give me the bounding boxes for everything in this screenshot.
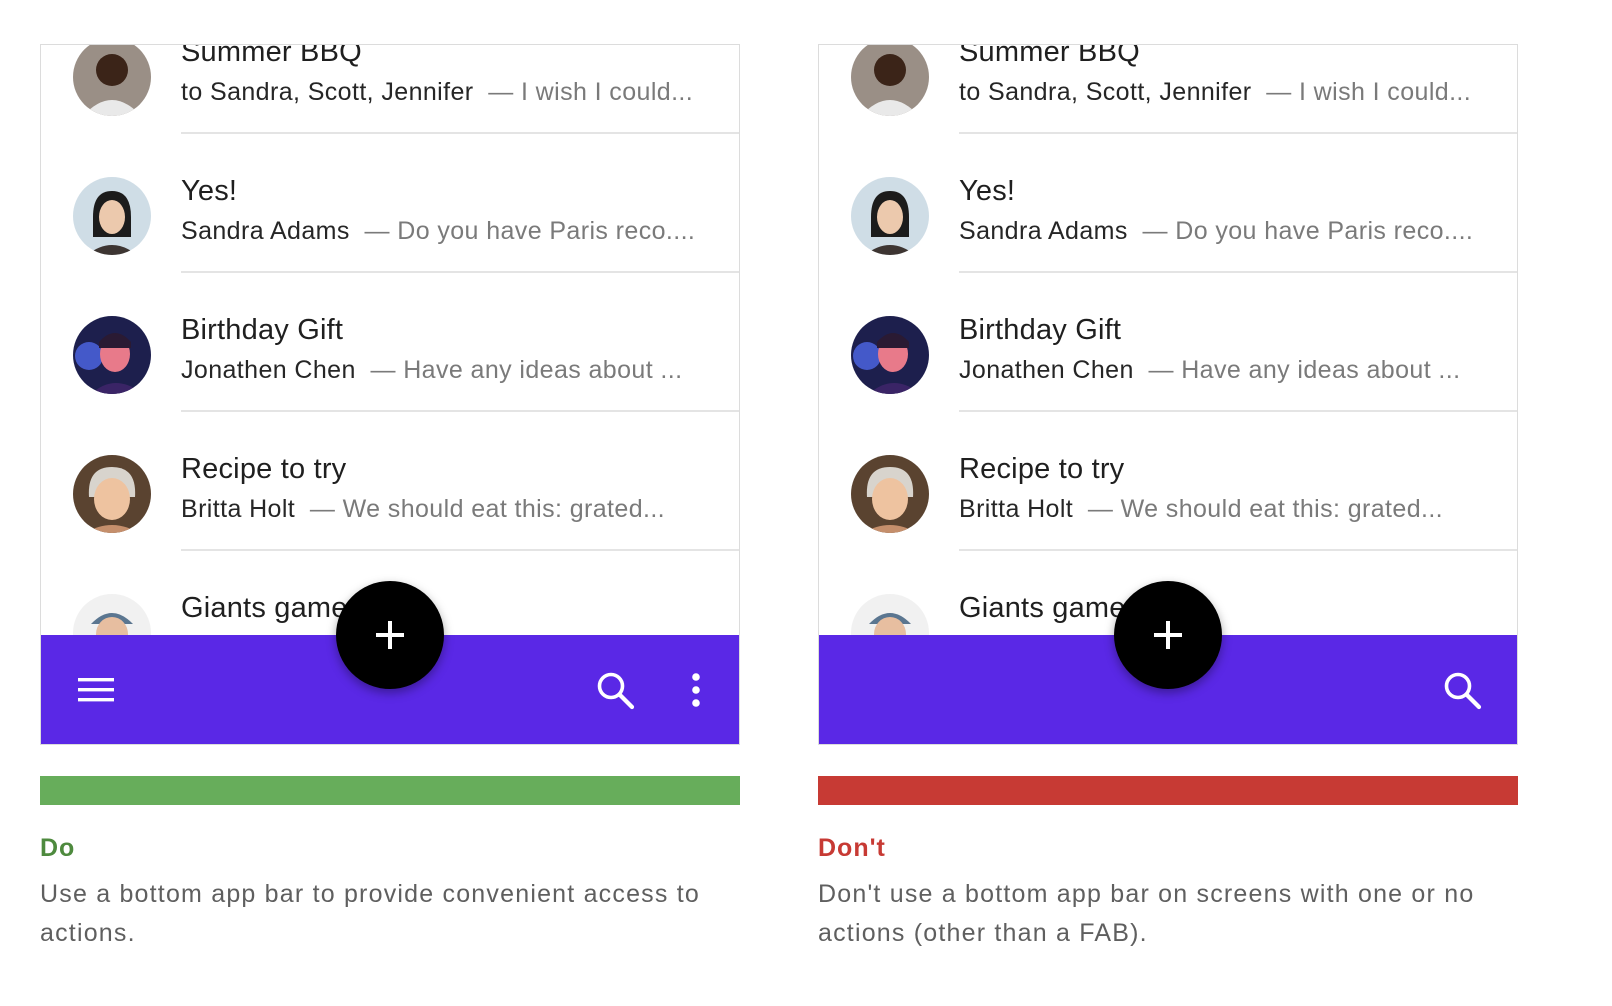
message-snippet: — We should eat this: grated... <box>1087 495 1444 523</box>
message-sender: Britta Holt <box>959 495 1074 523</box>
fab-add-button[interactable] <box>1114 581 1222 689</box>
message-sender: Jonathen Chen <box>181 356 356 384</box>
avatar <box>73 177 151 255</box>
phone-screen: Summer BBQ to Sandra, Scott, Jennifer — … <box>818 44 1518 745</box>
message-subject: Giants game <box>181 592 348 624</box>
message-subject: Giants game <box>959 592 1126 624</box>
message-snippet: — Have any ideas about ... <box>1148 356 1461 384</box>
message-snippet: — We should eat this: grated... <box>309 495 666 523</box>
message-snippet: — I wish I could... <box>1266 78 1472 106</box>
list-item[interactable]: Summer BBQ to Sandra, Scott, Jennifer — … <box>41 44 739 134</box>
message-sender: Jonathen Chen <box>959 356 1134 384</box>
message-sender: to Sandra, Scott, Jennifer <box>959 78 1252 106</box>
message-subject: Yes! <box>181 175 238 207</box>
dont-example: Summer BBQ to Sandra, Scott, Jennifer — … <box>818 0 1518 953</box>
do-caption: Use a bottom app bar to provide convenie… <box>40 880 700 947</box>
avatar <box>851 45 929 116</box>
list-item[interactable]: Summer BBQ to Sandra, Scott, Jennifer — … <box>819 44 1517 134</box>
message-subject: Summer BBQ <box>181 44 362 68</box>
message-subject: Recipe to try <box>959 453 1125 485</box>
add-icon <box>376 621 404 649</box>
message-snippet: — I wish I could... <box>488 78 694 106</box>
message-subject: Yes! <box>959 175 1016 207</box>
avatar <box>851 455 929 533</box>
do-label: Do <box>40 834 76 862</box>
avatar <box>73 455 151 533</box>
message-sender: Sandra Adams <box>181 217 350 245</box>
list-item[interactable]: Birthday Gift Jonathen Chen — Have any i… <box>41 273 739 412</box>
message-snippet: — Do you have Paris reco.... <box>1142 217 1474 245</box>
message-sender: Sandra Adams <box>959 217 1128 245</box>
list-item[interactable]: Yes! Sandra Adams — Do you have Paris re… <box>819 134 1517 273</box>
menu-icon[interactable] <box>75 669 117 711</box>
fab-add-button[interactable] <box>336 581 444 689</box>
dont-label: Don't <box>818 834 886 862</box>
avatar <box>73 316 151 394</box>
search-icon[interactable] <box>1441 669 1483 711</box>
do-example: Summer BBQ to Sandra, Scott, Jennifer — … <box>40 0 740 953</box>
message-subject: Birthday Gift <box>181 314 344 346</box>
message-subject: Summer BBQ <box>959 44 1140 68</box>
avatar <box>851 316 929 394</box>
search-icon[interactable] <box>594 669 636 711</box>
message-sender: Britta Holt <box>181 495 296 523</box>
message-snippet: — Do you have Paris reco.... <box>364 217 696 245</box>
list-item[interactable]: Recipe to try Britta Holt — We should ea… <box>41 412 739 551</box>
list-item[interactable]: Yes! Sandra Adams — Do you have Paris re… <box>41 134 739 273</box>
do-indicator-bar <box>40 776 740 805</box>
message-sender: to Sandra, Scott, Jennifer <box>181 78 474 106</box>
avatar <box>851 177 929 255</box>
list-item[interactable]: Recipe to try Britta Holt — We should ea… <box>819 412 1517 551</box>
message-subject: Birthday Gift <box>959 314 1122 346</box>
message-subject: Recipe to try <box>181 453 347 485</box>
dont-caption: Don't use a bottom app bar on screens wi… <box>818 880 1475 947</box>
add-icon <box>1154 621 1182 649</box>
list-item[interactable]: Birthday Gift Jonathen Chen — Have any i… <box>819 273 1517 412</box>
avatar <box>73 45 151 116</box>
message-snippet: — Have any ideas about ... <box>370 356 683 384</box>
dont-indicator-bar <box>818 776 1518 805</box>
more-vert-icon[interactable] <box>675 669 717 711</box>
phone-screen: Summer BBQ to Sandra, Scott, Jennifer — … <box>40 44 740 745</box>
